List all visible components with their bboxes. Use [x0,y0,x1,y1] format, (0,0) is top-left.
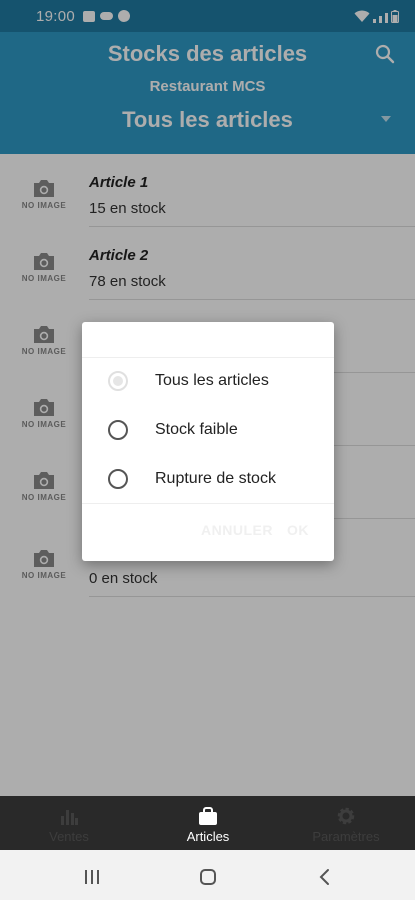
home-icon [200,869,216,885]
bottom-navigation: Ventes Articles Paramètres [0,796,415,850]
bag-icon [199,807,217,825]
recent-apps-icon [85,870,99,884]
option-rupture-de-stock[interactable]: Rupture de stock [82,455,334,503]
radio-button-selected[interactable] [108,371,128,391]
recent-apps-button[interactable] [63,850,123,900]
nav-label: Paramètres [312,829,380,844]
nav-item-ventes[interactable]: Ventes [0,796,138,850]
option-label: Tous les articles [155,372,269,389]
nav-item-articles[interactable]: Articles [139,796,277,850]
home-button[interactable] [178,850,238,900]
filter-dialog: Tous les articles Stock faible Rupture d… [82,322,334,561]
back-icon [319,869,329,885]
radio-button[interactable] [108,420,128,440]
nav-label: Articles [186,829,230,844]
cancel-button[interactable]: ANNULER [201,522,273,538]
radio-button[interactable] [108,469,128,489]
option-tous-les-articles[interactable]: Tous les articles [82,357,334,405]
gear-icon [337,807,355,825]
nav-item-parametres[interactable]: Paramètres [277,796,415,850]
modal-scrim-top[interactable] [0,0,415,154]
dialog-divider [82,503,334,504]
option-label: Stock faible [155,421,238,438]
ok-button[interactable]: OK [287,522,309,538]
back-button[interactable] [294,850,354,900]
system-navigation-bar [0,850,415,900]
option-label: Rupture de stock [155,470,276,487]
nav-label: Ventes [49,829,89,844]
option-stock-faible[interactable]: Stock faible [82,406,334,454]
bar-chart-icon [61,810,78,825]
